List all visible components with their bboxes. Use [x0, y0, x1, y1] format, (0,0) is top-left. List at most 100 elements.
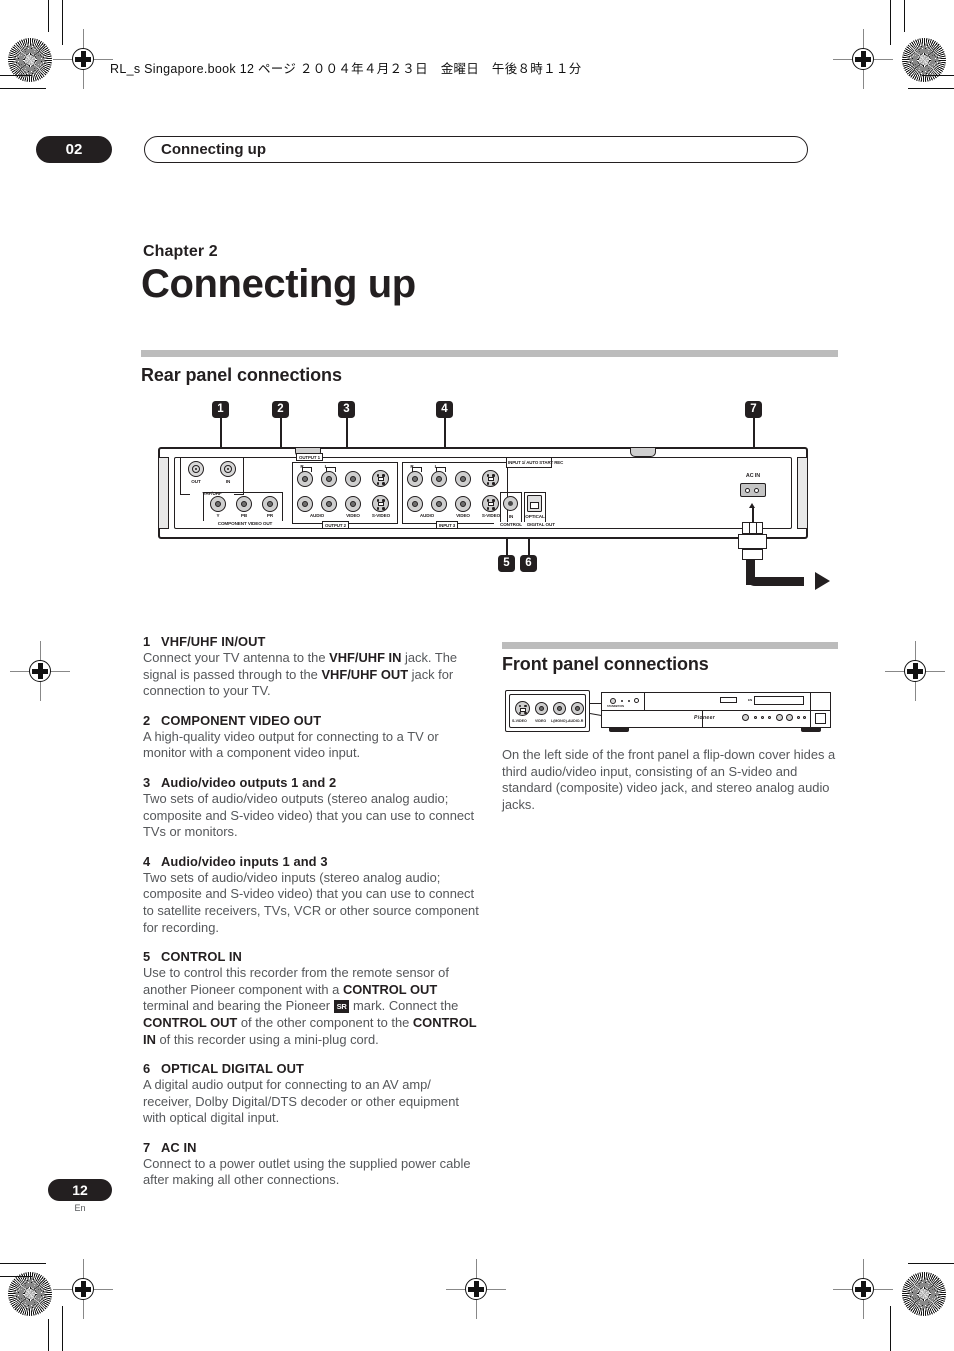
front-right-panel-slot [815, 713, 826, 724]
callout-3: 3 [338, 401, 355, 418]
front-audio-r-jack [571, 702, 584, 715]
front-unit-divider-horizontal [602, 710, 830, 712]
front-audio-label: L(MONO)-AUDIO-R [551, 719, 584, 723]
item-1-heading: 1 VHF/UHF IN/OUT [143, 634, 481, 649]
output2-audio-l-jack [321, 496, 337, 512]
front-panel-unit: STANDBY/ON DVD EN Pioneer [601, 692, 831, 728]
chapter-kicker: Chapter 2 [143, 243, 218, 260]
crop-mark-top-left-v [48, 0, 50, 32]
front-indicator-2 [628, 700, 630, 702]
input1-video-jack [455, 471, 471, 487]
component-pr-label: PR [266, 513, 274, 518]
output1-audio-l-jack [321, 471, 337, 487]
front-panel-body: On the left side of the front panel a fl… [502, 747, 836, 812]
front-indicator-1 [621, 700, 623, 702]
front-btn-small-4[interactable] [797, 716, 800, 719]
item-1-number: 1 [143, 634, 151, 649]
ac-in-label: AC IN [745, 473, 761, 479]
front-jog-dial[interactable] [742, 714, 749, 721]
component-pb-jack [236, 496, 252, 512]
callout-1: 1 [212, 401, 229, 418]
input1-audio-r-jack [407, 471, 423, 487]
output2-label: OUTPUT 2 [322, 521, 349, 529]
front-video-label: VIDEO [535, 719, 547, 723]
running-title: Connecting up [144, 136, 808, 163]
input3-audio-r-jack [407, 496, 423, 512]
front-svideo-jack [515, 701, 530, 716]
crop-mark-top-right-h [908, 88, 954, 90]
input1-auto-start-rec-label: INPUT 1/ AUTO START REC [506, 457, 563, 468]
crop-mark-top-left-h [0, 75, 32, 77]
crop-mark-bottom-right-v [890, 1306, 892, 1351]
vhf-uhf-in-jack [220, 461, 236, 477]
crop-mark-top-right-v [890, 0, 892, 45]
control-in-jack [503, 496, 518, 511]
input3-svideo-jack [482, 495, 499, 512]
front-power-button[interactable] [610, 698, 616, 704]
component-pb-label: PB [240, 513, 248, 518]
component-pr-jack [262, 496, 278, 512]
item-3-title: Audio/video outputs 1 and 2 [161, 774, 337, 790]
registration-crosshair-right-middle [885, 641, 945, 701]
item-1-body: Connect your TV antenna to the VHF/UHF I… [143, 650, 458, 699]
front-btn-small-1[interactable] [754, 716, 757, 719]
callout-7: 7 [745, 401, 762, 418]
item-7-title: AC IN [161, 1139, 197, 1155]
input1-audio-l-jack [431, 471, 447, 487]
registration-crosshair-bottom-center [446, 1259, 506, 1319]
page-number-badge: 12 [48, 1179, 112, 1201]
vhf-uhf-out-label: OUT [191, 479, 201, 484]
input3-label: INPUT 3 [436, 521, 459, 529]
power-plug-rib2 [756, 522, 758, 534]
front-btn-rec[interactable] [776, 714, 783, 721]
power-cable-horizontal [755, 577, 804, 586]
item-3-body: Two sets of audio/video outputs (stereo … [143, 790, 475, 840]
front-btn-small-2[interactable] [761, 716, 764, 719]
input-audio-label: AUDIO [419, 513, 435, 518]
front-section-heading: Front panel connections [502, 654, 709, 674]
component-y-jack [210, 496, 226, 512]
front-btn-play[interactable] [786, 714, 793, 721]
item-2-heading: 2 COMPONENT VIDEO OUT [143, 713, 481, 728]
item-4-title: Audio/video inputs 1 and 3 [161, 853, 328, 869]
callout-4: 4 [436, 401, 453, 418]
registration-crosshair-top-right [833, 29, 893, 89]
front-btn-small-3[interactable] [768, 716, 771, 719]
front-section-rule [502, 642, 838, 649]
item-3-heading: 3 Audio/video outputs 1 and 2 [143, 775, 481, 790]
rear-panel-diagram: 1 2 3 4 7 5 6 OUT IN VHF/UHF Y PB PR COM… [150, 395, 840, 610]
output2-video-jack [345, 496, 361, 512]
item-5-title: CONTROL IN [161, 949, 242, 965]
registration-crosshair-left-middle [10, 641, 70, 701]
ac-in-socket [740, 483, 766, 497]
front-svideo-label: S-VIDEO [512, 719, 527, 723]
output1-audio-r-jack [297, 471, 313, 487]
item-4-heading: 4 Audio/video inputs 1 and 3 [143, 854, 481, 869]
front-unit-foot-right [801, 728, 821, 732]
vhf-uhf-out-jack [188, 461, 204, 477]
digital-out-label: DIGITAL OUT [522, 522, 560, 527]
item-5-heading: 5 CONTROL IN [143, 949, 481, 964]
chassis-tab-right [630, 448, 656, 457]
front-open-close-button[interactable] [634, 698, 639, 703]
brand-logo: Pioneer [694, 715, 716, 721]
crop-mark-bottom-left-v [48, 1319, 50, 1351]
item-2-body: A high-quality video output for connecti… [143, 728, 439, 761]
chassis-fin-left [158, 457, 169, 529]
page-language-code: En [74, 1203, 86, 1213]
front-btn-small-5[interactable] [803, 716, 806, 719]
input3-audio-l-jack [431, 496, 447, 512]
front-display-panel [754, 696, 804, 705]
item-6-title: OPTICAL DIGITAL OUT [161, 1061, 304, 1077]
ac-in-pin-left [745, 488, 750, 493]
item-6-heading: 6 OPTICAL DIGITAL OUT [143, 1061, 481, 1076]
front-standby-label: STANDBY/ON [607, 705, 624, 708]
crop-mark-top-right-h2 [922, 75, 954, 77]
front-unit-foot-left [609, 728, 629, 732]
item-7-heading: 7 AC IN [143, 1140, 481, 1155]
print-running-head: RL_s Singapore.book 12 ページ ２００４年４月２３日 金曜… [110, 62, 582, 76]
ac-in-insert-line [752, 507, 754, 523]
rear-section-rule [141, 350, 838, 357]
crop-mark-top-left-h2 [0, 88, 46, 90]
output1-svideo-jack [372, 470, 389, 487]
